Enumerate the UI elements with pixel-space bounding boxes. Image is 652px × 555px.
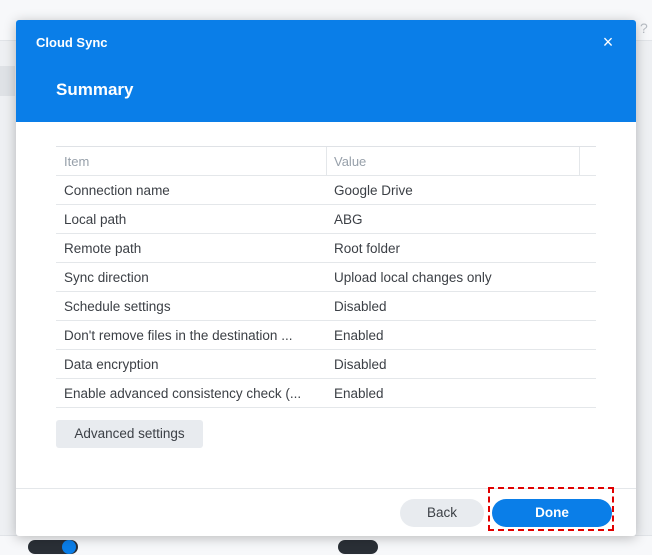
row-item: Sync direction — [64, 270, 149, 285]
row-value: Enabled — [334, 328, 384, 343]
column-divider[interactable] — [326, 147, 327, 175]
row-item: Remote path — [64, 241, 142, 256]
background-sidebar — [0, 66, 15, 96]
row-value: Enabled — [334, 386, 384, 401]
row-item: Enable advanced consistency check (... — [64, 386, 302, 401]
row-item: Schedule settings — [64, 299, 171, 314]
table-row: Don't remove files in the destination ..… — [56, 321, 596, 350]
close-icon[interactable]: × — [598, 32, 618, 52]
row-item: Connection name — [64, 183, 170, 198]
dialog-title: Cloud Sync — [36, 35, 108, 50]
table-header: Item Value — [56, 147, 596, 176]
background-toggle — [338, 540, 378, 554]
row-value: Google Drive — [334, 183, 413, 198]
table-row: Sync direction Upload local changes only — [56, 263, 596, 292]
row-item: Local path — [64, 212, 127, 227]
row-value: Disabled — [334, 299, 387, 314]
cloud-sync-dialog: Cloud Sync × Summary Item Value Connecti… — [16, 20, 636, 536]
table-row: Connection name Google Drive — [56, 176, 596, 205]
table-row: Enable advanced consistency check (... E… — [56, 379, 596, 408]
background-toggle — [28, 540, 78, 554]
row-value: Root folder — [334, 241, 401, 256]
row-value: Disabled — [334, 357, 387, 372]
row-item: Data encryption — [64, 357, 159, 372]
back-button[interactable]: Back — [400, 499, 484, 527]
page-title: Summary — [56, 80, 134, 99]
column-divider[interactable] — [579, 147, 580, 175]
highlight-annotation — [488, 487, 614, 531]
row-value: Upload local changes only — [334, 270, 492, 285]
table-row: Schedule settings Disabled — [56, 292, 596, 321]
advanced-settings-button[interactable]: Advanced settings — [56, 420, 203, 448]
background-help-icon: ? — [640, 20, 648, 36]
column-header-value: Value — [334, 154, 367, 169]
dialog-header: Cloud Sync × Summary — [16, 20, 636, 122]
background-app-footer — [0, 535, 652, 555]
table-row: Local path ABG — [56, 205, 596, 234]
table-row: Data encryption Disabled — [56, 350, 596, 379]
summary-table: Item Value Connection name Google Drive … — [56, 146, 596, 408]
table-row: Remote path Root folder — [56, 234, 596, 263]
row-item: Don't remove files in the destination ..… — [64, 328, 293, 343]
column-header-item: Item — [64, 154, 90, 169]
row-value: ABG — [334, 212, 363, 227]
